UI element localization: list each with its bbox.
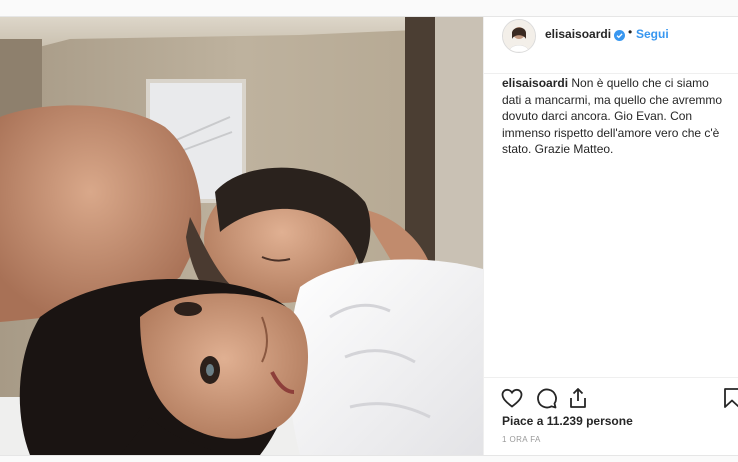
share-icon[interactable]: [566, 386, 590, 410]
post-photo[interactable]: [0, 17, 483, 455]
username-link[interactable]: elisaisoardi: [545, 27, 611, 41]
heart-icon[interactable]: [500, 386, 524, 410]
post-side-panel: elisaisoardi • Segui elisaisoardi Non è …: [483, 17, 738, 455]
comment-icon[interactable]: [534, 386, 558, 410]
separator-dot: •: [628, 25, 633, 39]
post-caption: elisaisoardi Non è quello che ci siamo d…: [502, 75, 726, 158]
verified-badge-icon: [614, 28, 625, 41]
instagram-post: elisaisoardi • Segui elisaisoardi Non è …: [0, 16, 738, 456]
bookmark-icon[interactable]: [720, 386, 738, 410]
post-timestamp: 1 ORA FA: [502, 435, 541, 444]
avatar-image: [503, 20, 535, 52]
follow-button[interactable]: Segui: [636, 27, 669, 41]
likes-count[interactable]: Piace a 11.239 persone: [502, 414, 633, 428]
avatar[interactable]: [502, 19, 536, 53]
post-actions: Piace a 11.239 persone 1 ORA FA: [484, 377, 738, 455]
caption-username[interactable]: elisaisoardi: [502, 76, 568, 90]
post-header: elisaisoardi • Segui: [484, 17, 738, 74]
selfie-photo-image: [0, 17, 483, 455]
